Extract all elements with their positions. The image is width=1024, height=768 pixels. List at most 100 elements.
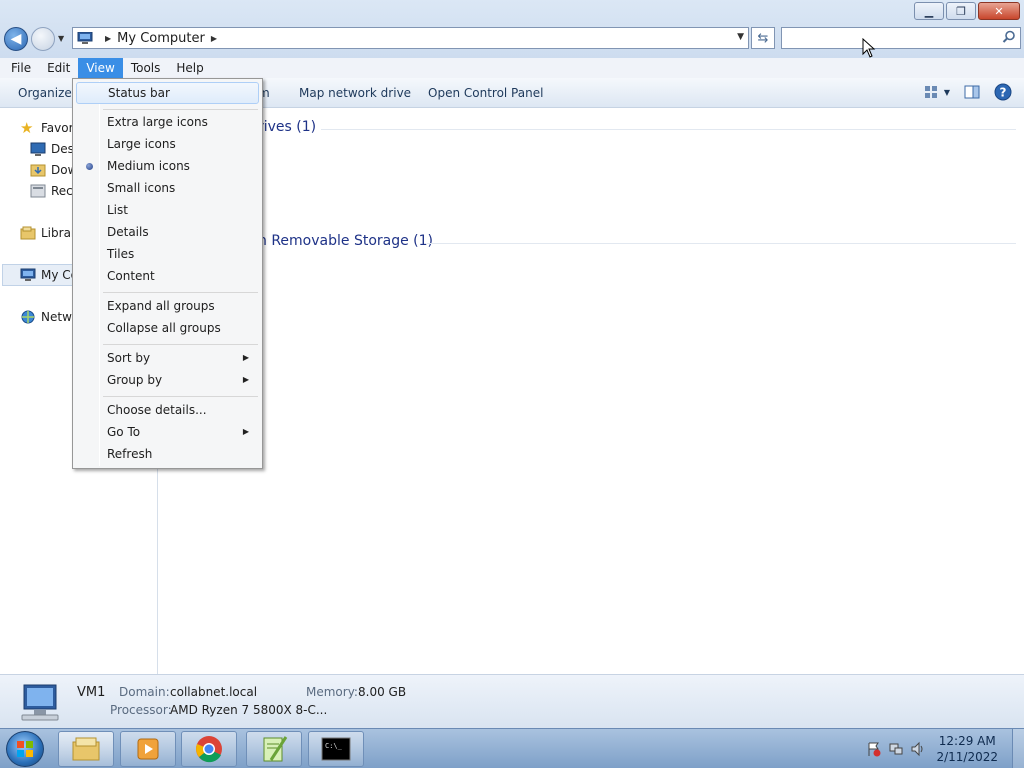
volume-icon[interactable] <box>910 741 926 757</box>
menu-item-sort-by[interactable]: Sort by ▶ <box>76 347 259 369</box>
menu-item-go-to[interactable]: Go To ▶ <box>76 421 259 443</box>
menu-item-extra-large-icons[interactable]: Extra large icons <box>76 111 259 133</box>
taskbar: C:\_ 12:29 AM 2/11/2022 <box>0 728 1024 768</box>
minimize-button[interactable]: ▁ <box>914 2 944 20</box>
computer-icon <box>20 268 36 281</box>
breadcrumb-separator-icon[interactable]: ▶ <box>211 34 217 43</box>
menu-item-details[interactable]: Details <box>76 221 259 243</box>
taskbar-explorer[interactable] <box>58 731 114 767</box>
menu-item-label: Status bar <box>108 86 170 100</box>
taskbar-media-player[interactable] <box>120 731 176 767</box>
show-desktop-button[interactable] <box>1012 729 1024 768</box>
processor-value: AMD Ryzen 7 5800X 8-C... <box>170 703 328 717</box>
address-dropdown-icon[interactable]: ▼ <box>737 32 744 42</box>
close-icon: ✕ <box>994 4 1004 18</box>
menu-item-label: Extra large icons <box>107 115 208 129</box>
menu-file[interactable]: File <box>3 58 39 78</box>
window-controls: ▁ ❐ ✕ <box>914 2 1020 20</box>
libraries-icon <box>20 226 36 240</box>
recent-pages-dropdown[interactable]: ▼ <box>58 34 64 43</box>
clock-date: 2/11/2022 <box>936 750 998 764</box>
network-tray-icon[interactable] <box>888 741 904 757</box>
notepad-plus-plus-icon <box>263 736 288 762</box>
menu-item-status-bar[interactable]: Status bar <box>76 82 259 104</box>
organize-button[interactable]: Organize <box>18 86 72 100</box>
refresh-icon: ⇆ <box>757 30 769 46</box>
refresh-button[interactable]: ⇆ <box>751 27 775 49</box>
forward-button[interactable] <box>31 27 55 51</box>
address-bar[interactable]: ▶ My Computer ▶ ▼ <box>72 27 749 49</box>
group-header-removable-storage[interactable]: n Removable Storage (1) <box>258 233 433 249</box>
group-divider <box>321 129 1016 130</box>
content-area: rives (1) n Removable Storage (1) <box>159 109 1024 674</box>
help-icon[interactable]: ? <box>994 83 1012 101</box>
nav-libraries[interactable]: Librar <box>20 225 76 241</box>
menu-separator <box>103 344 258 345</box>
menu-view[interactable]: View <box>78 58 123 78</box>
group-divider <box>427 243 1016 244</box>
group-header-hard-drives[interactable]: rives (1) <box>258 119 316 135</box>
domain-value: collabnet.local <box>170 685 258 699</box>
memory-value: 8.00 GB <box>358 685 407 699</box>
menu-item-large-icons[interactable]: Large icons <box>76 133 259 155</box>
desktop-icon <box>30 142 46 156</box>
computer-large-icon <box>21 684 59 721</box>
nav-favorites[interactable]: ★ Favori <box>20 120 77 136</box>
network-icon <box>21 310 35 324</box>
menu-item-expand-all-groups[interactable]: Expand all groups <box>76 295 259 317</box>
recent-places-icon <box>30 184 46 198</box>
taskbar-chrome[interactable] <box>181 731 237 767</box>
map-network-drive-button[interactable]: Map network drive <box>299 86 411 100</box>
menu-item-label: Tiles <box>107 247 135 261</box>
menu-item-collapse-all-groups[interactable]: Collapse all groups <box>76 317 259 339</box>
menu-item-label: Large icons <box>107 137 176 151</box>
taskbar-clock[interactable]: 12:29 AM 2/11/2022 <box>936 733 998 765</box>
preview-pane-icon[interactable] <box>964 85 980 99</box>
menu-item-list[interactable]: List <box>76 199 259 221</box>
menu-item-tiles[interactable]: Tiles <box>76 243 259 265</box>
menu-item-label: Collapse all groups <box>107 321 221 335</box>
action-center-flag-icon[interactable] <box>866 741 882 757</box>
back-button[interactable]: ◀ <box>4 27 28 51</box>
computer-name: VM1 <box>77 685 106 700</box>
menu-item-label: Group by <box>107 373 163 387</box>
menu-item-medium-icons[interactable]: Medium icons <box>76 155 259 177</box>
start-button[interactable] <box>6 731 44 767</box>
cmd-icon: C:\_ <box>321 737 351 761</box>
view-grid-icon <box>924 86 937 98</box>
minimize-icon: ▁ <box>924 4 934 18</box>
menu-tools[interactable]: Tools <box>123 58 169 78</box>
taskbar-notepad-plus-plus[interactable] <box>246 731 302 767</box>
change-view-button[interactable]: ▼ <box>924 85 950 99</box>
menu-item-group-by[interactable]: Group by ▶ <box>76 369 259 391</box>
menu-item-label: Small icons <box>107 181 176 195</box>
star-icon: ★ <box>20 119 34 137</box>
nav-libraries-label: Librar <box>41 226 76 240</box>
breadcrumb-my-computer[interactable]: My Computer <box>117 31 205 46</box>
mouse-cursor-icon <box>862 38 876 58</box>
windows-logo-icon <box>17 741 33 757</box>
menu-bar: File Edit View Tools Help <box>0 58 1024 78</box>
svg-text:C:\_: C:\_ <box>325 742 343 750</box>
taskbar-cmd[interactable]: C:\_ <box>308 731 364 767</box>
menu-item-refresh[interactable]: Refresh <box>76 443 259 465</box>
menu-help[interactable]: Help <box>168 58 211 78</box>
menu-item-content[interactable]: Content <box>76 265 259 287</box>
media-player-icon <box>137 738 159 760</box>
menu-item-small-icons[interactable]: Small icons <box>76 177 259 199</box>
search-input[interactable] <box>781 27 1021 49</box>
menu-item-choose-details[interactable]: Choose details... <box>76 399 259 421</box>
open-control-panel-button[interactable]: Open Control Panel <box>428 86 543 100</box>
breadcrumb-separator-icon[interactable]: ▶ <box>105 34 111 43</box>
nav-network[interactable]: Netwo <box>20 309 79 325</box>
svg-text:?: ? <box>1000 86 1007 100</box>
domain-label: Domain: <box>119 685 170 699</box>
restore-button[interactable]: ❐ <box>946 2 976 20</box>
explorer-icon <box>72 737 100 761</box>
nav-downloads[interactable]: Dow <box>30 162 77 178</box>
nav-my-computer[interactable]: My Co <box>20 267 78 283</box>
chrome-icon <box>196 736 222 763</box>
menu-item-label: List <box>107 203 128 217</box>
close-button[interactable]: ✕ <box>978 2 1020 20</box>
menu-edit[interactable]: Edit <box>39 58 78 78</box>
